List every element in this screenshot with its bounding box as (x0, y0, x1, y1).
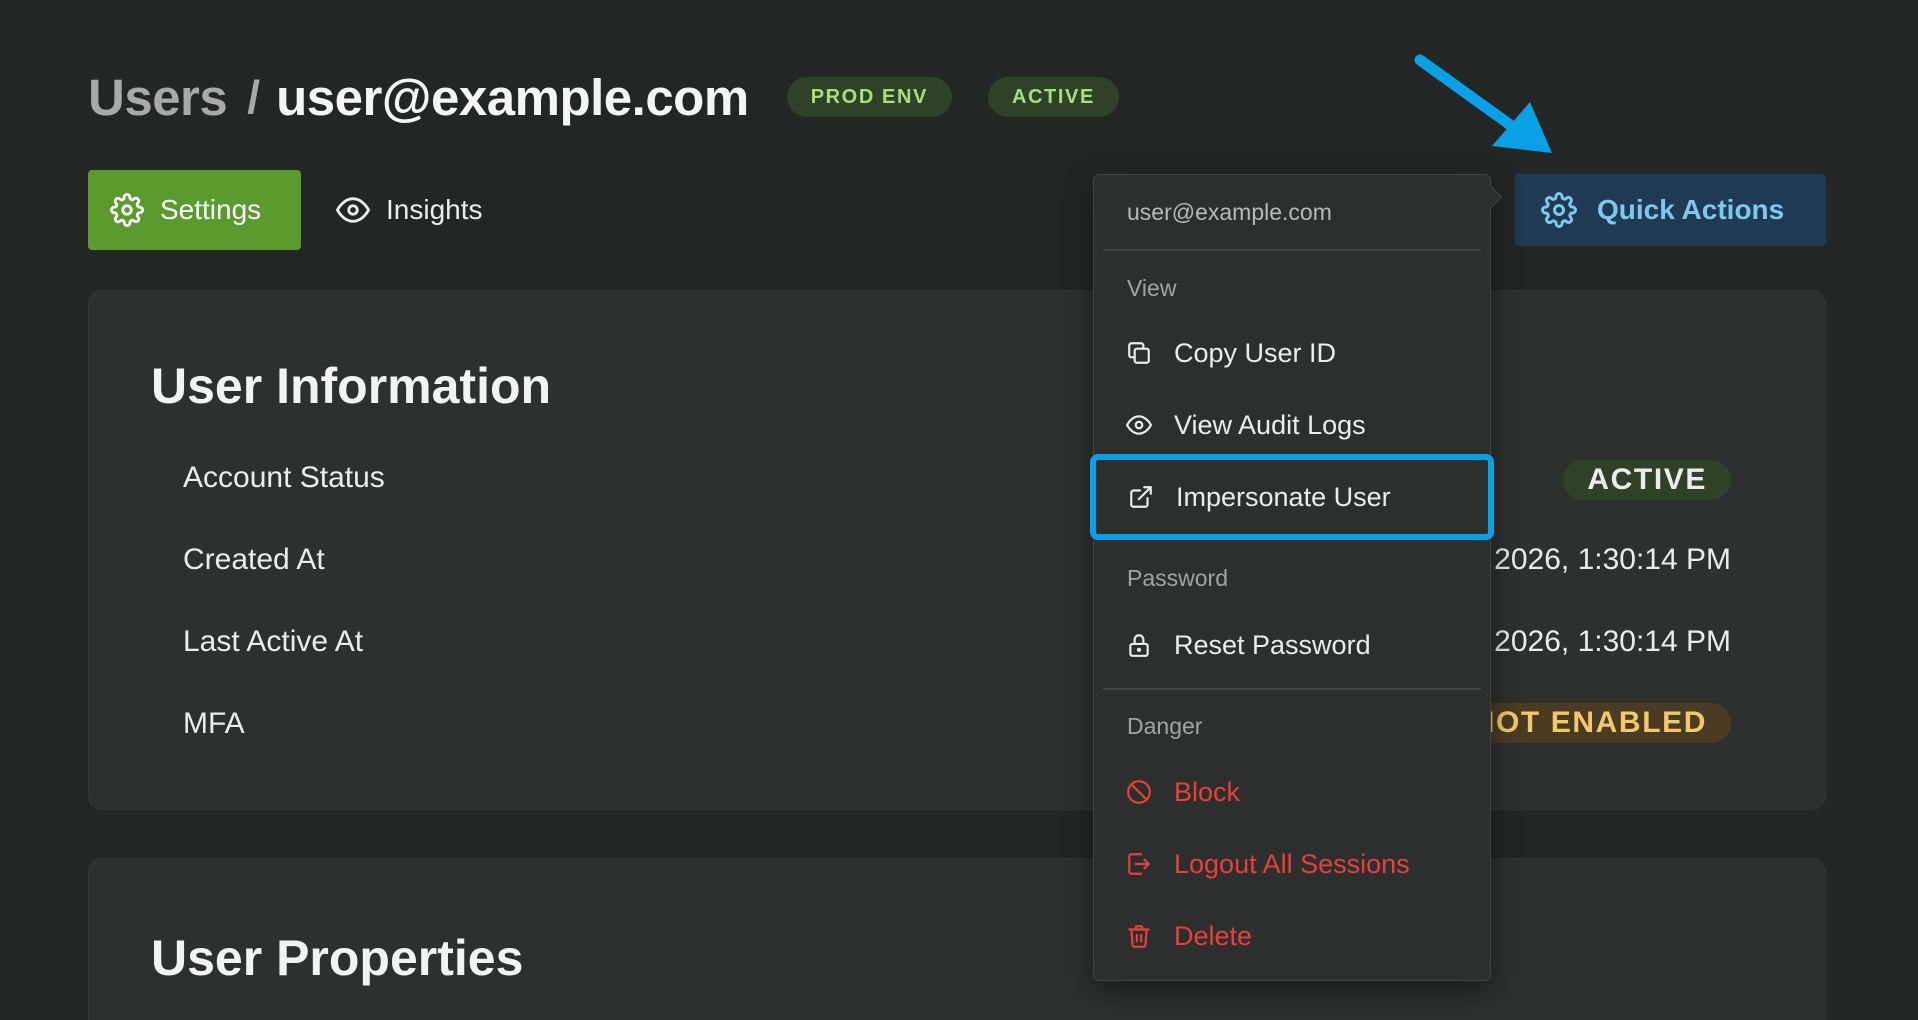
menu-divider (1103, 249, 1481, 251)
menu-divider (1103, 688, 1481, 690)
menu-section-password: Password (1127, 565, 1228, 591)
external-link-icon (1130, 486, 1152, 508)
menu-caret (1479, 185, 1503, 209)
account-status-badge: ACTIVE (1563, 460, 1731, 500)
menu-item-delete[interactable]: Delete (1094, 906, 1490, 966)
menu-section-danger: Danger (1127, 713, 1203, 739)
account-status-label: Account Status (183, 461, 385, 494)
menu-item-copy-user-id[interactable]: Copy User ID (1094, 323, 1490, 383)
user-properties-card: User Properties (88, 858, 1826, 1020)
eye-icon (336, 197, 370, 223)
created-at-value: 2026, 1:30:14 PM (1494, 543, 1731, 576)
breadcrumb-separator: / (247, 71, 261, 123)
eye-icon (1126, 415, 1152, 435)
copy-icon (1128, 342, 1150, 364)
menu-item-impersonate-user[interactable]: Impersonate User (1090, 454, 1494, 540)
lock-icon (1129, 634, 1149, 657)
tab-settings-label: Settings (160, 194, 262, 225)
tab-insights[interactable]: Insights (334, 170, 483, 250)
menu-item-label: Reset Password (1174, 629, 1371, 660)
breadcrumb-users-link[interactable]: Users (88, 68, 228, 127)
menu-item-reset-password[interactable]: Reset Password (1094, 615, 1490, 675)
mfa-label: MFA (183, 707, 245, 740)
last-active-at-label: Last Active At (183, 625, 364, 658)
gear-icon (1541, 192, 1577, 228)
menu-item-label: Delete (1174, 920, 1253, 951)
user-properties-title: User Properties (151, 930, 524, 986)
tab-insights-label: Insights (386, 194, 483, 225)
menu-item-label: Block (1174, 776, 1241, 807)
menu-item-label: Impersonate User (1176, 481, 1391, 512)
user-information-title: User Information (151, 358, 552, 414)
trash-icon (1128, 925, 1150, 948)
last-active-at-value: 2026, 1:30:14 PM (1494, 625, 1731, 658)
menu-section-view: View (1127, 275, 1177, 301)
menu-user-email: user@example.com (1127, 199, 1332, 225)
env-badge: PROD ENV (786, 77, 952, 117)
gear-icon (110, 193, 144, 227)
menu-item-label: View Audit Logs (1174, 409, 1366, 440)
status-badge: ACTIVE (987, 77, 1119, 117)
menu-item-block[interactable]: Block (1094, 762, 1490, 822)
quick-actions-menu: user@example.com View Copy User ID View … (1090, 174, 1503, 981)
quick-actions-button[interactable]: Quick Actions (1515, 174, 1826, 246)
menu-item-view-audit-logs[interactable]: View Audit Logs (1094, 395, 1490, 455)
menu-item-logout-all-sessions[interactable]: Logout All Sessions (1094, 834, 1490, 894)
user-detail-page: Users / user@example.com PROD ENV ACTIVE… (0, 0, 1918, 1020)
user-information-card: User Information Account Status ACTIVE C… (88, 290, 1826, 810)
created-at-label: Created At (183, 543, 325, 576)
arrow-annotation-icon (1414, 54, 1552, 153)
tab-settings[interactable]: Settings (88, 170, 301, 250)
quick-actions-label: Quick Actions (1597, 194, 1785, 225)
logout-icon (1128, 853, 1150, 875)
mfa-status-badge: NOT ENABLED (1448, 703, 1731, 743)
page-header: Users / user@example.com PROD ENV ACTIVE (88, 66, 1119, 128)
menu-item-label: Copy User ID (1174, 337, 1337, 368)
menu-item-label: Logout All Sessions (1174, 848, 1410, 879)
ban-icon (1127, 780, 1151, 804)
page-title: user@example.com (276, 68, 749, 126)
